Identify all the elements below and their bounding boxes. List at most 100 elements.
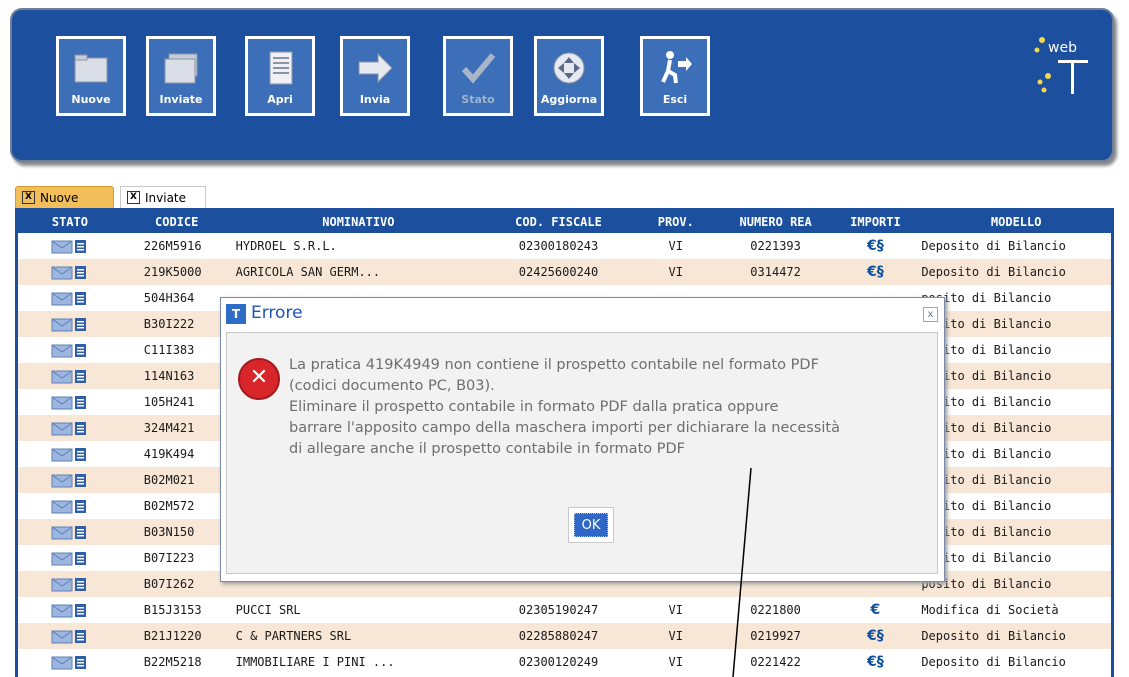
envelope-icon	[18, 342, 122, 358]
cell-modello: Deposito di Bilancio	[921, 265, 1066, 279]
envelope-icon	[18, 264, 122, 280]
apri-button[interactable]: Apri	[245, 36, 315, 116]
dialog-body: ✕ La pratica 419K4949 non contiene il pr…	[226, 332, 938, 574]
header-cod-fiscale[interactable]: COD. FISCALE	[481, 215, 636, 229]
euro-icon: €§	[867, 628, 884, 644]
cell-codice: B22M5218	[143, 655, 202, 669]
cell-codice: B07I262	[143, 577, 195, 591]
message-line: Eliminare il prospetto contabile in form…	[289, 399, 779, 415]
dialog-titlebar[interactable]: T Errore x	[221, 298, 944, 330]
envelope-icon	[18, 446, 122, 462]
app-icon: T	[226, 304, 246, 324]
header-modello[interactable]: MODELLO	[915, 215, 1111, 229]
envelope-icon	[18, 576, 122, 592]
envelope-icon	[18, 602, 122, 618]
cell-modello: Deposito di Bilancio	[921, 629, 1066, 643]
close-icon[interactable]: x	[923, 307, 938, 322]
error-dialog: T Errore x ✕ La pratica 419K4949 non con…	[220, 297, 945, 582]
exit-icon	[656, 49, 694, 87]
error-icon: ✕	[238, 358, 280, 400]
aggiorna-button[interactable]: Aggiorna	[534, 36, 604, 116]
cell-codice: B15J3153	[143, 603, 202, 617]
cell-cod-fiscale: 02305190247	[518, 603, 599, 617]
cell-codice: B02M572	[143, 499, 195, 513]
header-nominativo[interactable]: NOMINATIVO	[232, 215, 482, 229]
cell-codice: B30I222	[143, 317, 195, 331]
table-row[interactable]: 219K5000 AGRICOLA SAN GERM... 02425600240 V…	[18, 259, 1111, 285]
envelope-icon	[18, 472, 122, 488]
euro-icon: €§	[867, 238, 884, 254]
envelope-icon	[18, 290, 122, 306]
logo-icon: web	[1034, 34, 1094, 98]
dialog-title: Errore	[251, 303, 303, 323]
message-line: La pratica 419K4949 non contiene il pros…	[289, 357, 819, 373]
cell-codice: B03N150	[143, 525, 195, 539]
envelope-icon	[18, 316, 122, 332]
envelope-icon	[18, 420, 122, 436]
message-line: barrare l'apposito campo della maschera …	[289, 420, 840, 436]
header-codice[interactable]: CODICE	[122, 215, 232, 229]
table-row[interactable]: B22M5218 IMMOBILIARE I PINI ... 0230012024…	[18, 649, 1111, 675]
envelope-icon	[18, 498, 122, 514]
folder-icon	[72, 49, 110, 87]
cell-nominativo: PUCCI SRL	[235, 603, 301, 617]
error-message: La pratica 419K4949 non contiene il pros…	[289, 355, 929, 460]
cell-modello: Deposito di Bilancio	[921, 655, 1066, 669]
button-label: Invia	[359, 93, 391, 106]
button-label: Aggiorna	[540, 93, 598, 106]
button-label: Apri	[267, 93, 293, 106]
cell-prov: VI	[668, 265, 683, 279]
tab-inviate[interactable]: X Inviate	[120, 186, 206, 208]
folders-icon	[162, 49, 200, 87]
cell-cod-fiscale: 02425600240	[518, 265, 599, 279]
euro-icon: €§	[867, 654, 884, 670]
header-prov[interactable]: PROV.	[636, 215, 716, 229]
cell-codice: 105H241	[143, 395, 195, 409]
tab-close-icon[interactable]: X	[127, 191, 140, 204]
header-importi[interactable]: IMPORTI	[836, 215, 916, 229]
cell-codice: 114N163	[143, 369, 195, 383]
table-header: STATO CODICE NOMINATIVO COD. FISCALE PRO…	[18, 211, 1111, 233]
envelope-icon	[18, 550, 122, 566]
button-label: Esci	[662, 93, 688, 106]
envelope-icon	[18, 524, 122, 540]
header-stato[interactable]: STATO	[18, 215, 122, 229]
cell-numero-rea: 0221800	[750, 603, 801, 617]
table-row[interactable]: 226M5916 HYDROEL S.R.L. 02300180243 VI 02213…	[18, 233, 1111, 259]
cell-cod-fiscale: 02285880247	[518, 629, 599, 643]
envelope-icon	[18, 394, 122, 410]
cell-prov: VI	[668, 239, 683, 253]
euro-icon: €§	[867, 264, 884, 280]
cell-codice: 219K5000	[143, 265, 202, 279]
cell-codice: B21J1220	[143, 629, 202, 643]
table-row[interactable]: B21J1220 C & PARTNERS SRL 02285880247 VI 021…	[18, 623, 1111, 649]
button-label: Nuove	[71, 93, 111, 106]
ok-button[interactable]: OK	[568, 507, 614, 543]
header-numero-rea[interactable]: NUMERO REA	[716, 215, 836, 229]
cell-nominativo: IMMOBILIARE I PINI ...	[235, 655, 395, 669]
tab-nuove[interactable]: X Nuove	[15, 186, 114, 208]
cell-codice: 419K494	[143, 447, 195, 461]
envelope-icon	[18, 628, 122, 644]
message-line: (codici documento PC, B03).	[289, 378, 495, 394]
inviate-button[interactable]: Inviate	[146, 36, 216, 116]
tab-close-icon[interactable]: X	[22, 191, 35, 204]
cell-cod-fiscale: 02300180243	[518, 239, 599, 253]
table-row[interactable]: B15J3153 PUCCI SRL 02305190247 VI 0221800 € Mo…	[18, 597, 1111, 623]
tab-label: Inviate	[145, 190, 187, 205]
envelope-icon	[18, 368, 122, 384]
esci-button[interactable]: Esci	[640, 36, 710, 116]
stato-button[interactable]: Stato	[443, 36, 513, 116]
cell-numero-rea: 0314472	[750, 265, 801, 279]
cell-numero-rea: 0221393	[750, 239, 801, 253]
refresh-icon	[550, 49, 588, 87]
cell-codice: 226M5916	[143, 239, 202, 253]
invia-button[interactable]: Invia	[340, 36, 410, 116]
ok-button-label[interactable]: OK	[574, 513, 608, 537]
euro-icon: €	[870, 602, 881, 618]
nuove-button[interactable]: Nuove	[56, 36, 126, 116]
logo-text: web	[1048, 40, 1077, 56]
toolbar: Nuove Inviate Apri Invia Stato Aggiorna Esci w…	[10, 8, 1115, 163]
cell-codice: B02M021	[143, 473, 195, 487]
cell-nominativo: HYDROEL S.R.L.	[235, 239, 337, 253]
